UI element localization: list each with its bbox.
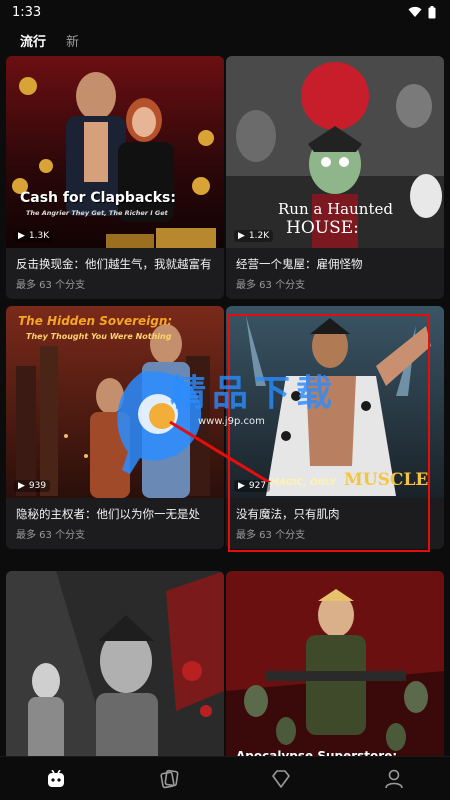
cover-art (6, 56, 224, 248)
cover-title: Run a Haunted (278, 200, 393, 218)
tab-popular[interactable]: 流行 (20, 31, 46, 50)
bottom-nav (0, 756, 450, 800)
cover-title: MAGIC, ONLY (270, 478, 336, 488)
cards-icon (160, 769, 179, 788)
cover-art (226, 571, 444, 760)
nav-profile[interactable] (374, 761, 414, 797)
cover-subtitle: They Thought You Were Nothing (26, 332, 172, 341)
play-count-value: 1.2K (248, 231, 270, 241)
story-cover: Cash for Clapbacks: The Angrier They Get… (6, 56, 224, 248)
diamond-icon (272, 769, 291, 788)
cover-subtitle: MUSCLE (344, 470, 429, 490)
play-count-value: 927 (248, 481, 267, 491)
story-cover: Run a Haunted HOUSE: ▶ 1.2K (226, 56, 444, 248)
story-branches: 最多 63 个分支 (236, 530, 306, 541)
wifi-icon (408, 6, 422, 17)
play-count: ▶ 939 (14, 480, 51, 492)
story-card[interactable]: MAGIC, ONLY MUSCLE ▶ 927 没有魔法，只有肌肉 最多 63… (226, 306, 444, 549)
story-card[interactable]: Run a Haunted HOUSE: ▶ 1.2K 经营一个鬼屋：雇佣怪物 … (226, 56, 444, 299)
story-cover (6, 571, 224, 760)
status-icons (408, 5, 436, 19)
story-branches: 最多 63 个分支 (16, 280, 86, 291)
status-time: 1:33 (12, 4, 42, 20)
story-cover: Apocalypse Superstore: (226, 571, 444, 760)
story-title: 隐秘的主权者：他们以为你一无是处 (16, 507, 200, 521)
story-card[interactable]: Apocalypse Superstore: (226, 571, 444, 760)
cover-title: The Hidden Sovereign: (18, 314, 173, 328)
story-branches: 最多 63 个分支 (236, 280, 306, 291)
cover-title: Cash for Clapbacks: (20, 190, 176, 206)
story-cover: The Hidden Sovereign: They Thought You W… (6, 306, 224, 498)
nav-diamond[interactable] (261, 761, 301, 797)
play-count: ▶ 1.2K (234, 230, 274, 242)
play-count-value: 1.3K (28, 231, 50, 241)
home-icon (48, 769, 65, 787)
cover-art (6, 571, 224, 760)
story-card[interactable] (6, 571, 224, 760)
story-title: 反击换现金：他们越生气，我就越富有 (16, 257, 212, 271)
tab-new[interactable]: 新 (66, 31, 79, 50)
feed-tabs: 流行 新 (0, 26, 450, 54)
story-card[interactable]: Cash for Clapbacks: The Angrier They Get… (6, 56, 224, 299)
cover-subtitle: The Angrier They Get, The Richer I Get (26, 209, 168, 217)
nav-cards[interactable] (149, 761, 189, 797)
play-count-value: 939 (28, 481, 47, 491)
story-title: 没有魔法，只有肌肉 (236, 507, 340, 521)
story-card[interactable]: The Hidden Sovereign: They Thought You W… (6, 306, 224, 549)
story-grid: Cash for Clapbacks: The Angrier They Get… (0, 56, 450, 760)
play-icon: ▶ (238, 231, 245, 241)
profile-icon (384, 769, 403, 788)
play-icon: ▶ (18, 231, 25, 241)
cover-subtitle: HOUSE: (286, 218, 359, 238)
play-icon: ▶ (238, 481, 245, 491)
story-branches: 最多 63 个分支 (16, 530, 86, 541)
play-count: ▶ 1.3K (14, 230, 54, 242)
battery-icon (428, 5, 436, 18)
story-cover: MAGIC, ONLY MUSCLE ▶ 927 (226, 306, 444, 498)
story-title: 经营一个鬼屋：雇佣怪物 (236, 257, 363, 271)
nav-home[interactable] (36, 761, 76, 797)
play-icon: ▶ (18, 481, 25, 491)
status-bar: 1:33 (0, 0, 450, 24)
play-count: ▶ 927 (234, 480, 271, 492)
